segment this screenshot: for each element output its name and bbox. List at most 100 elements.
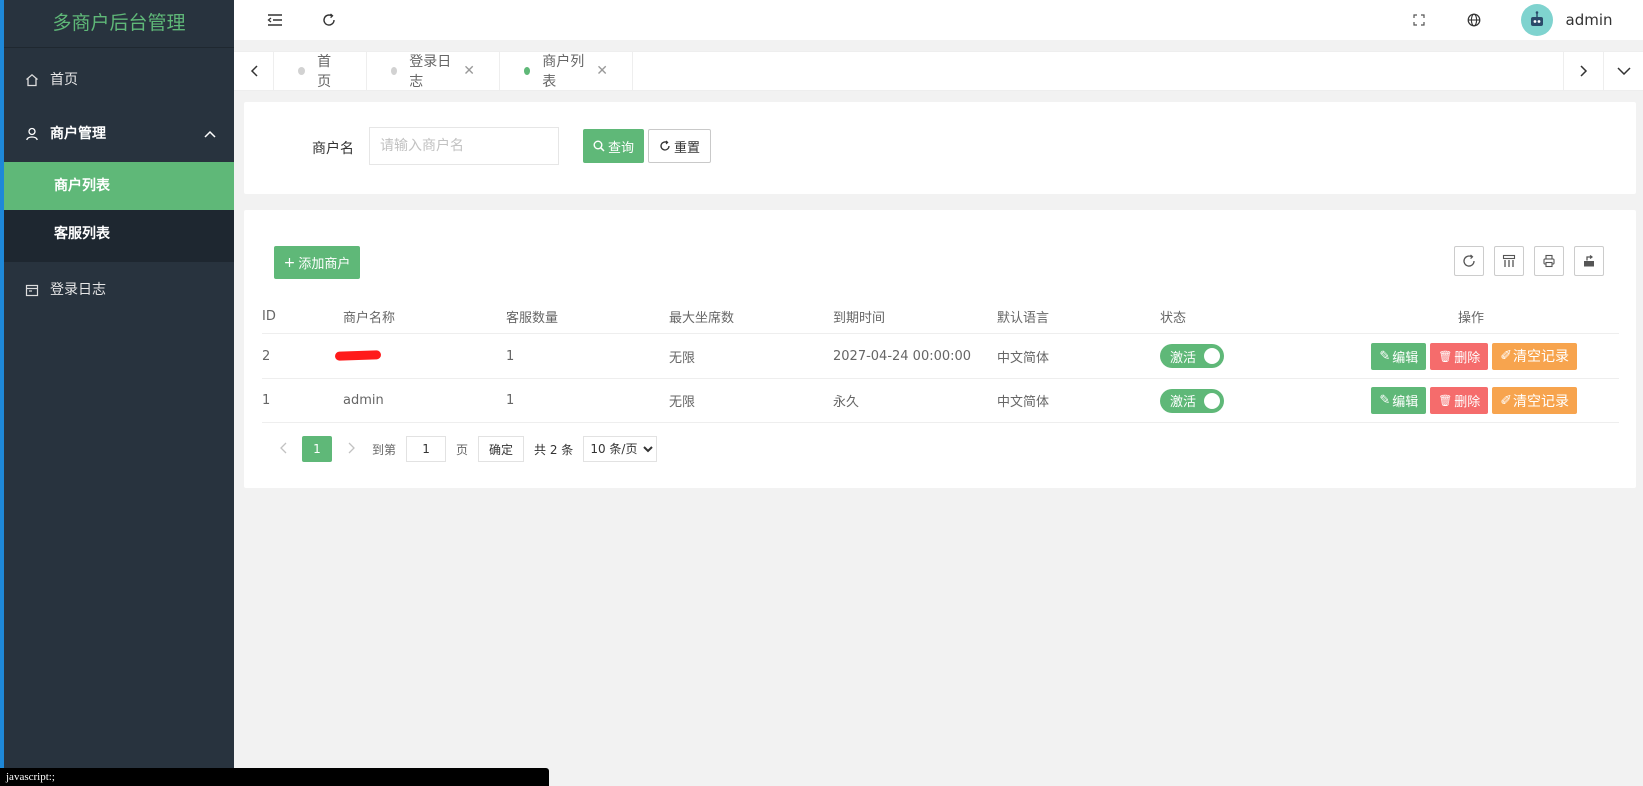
goto-page-input[interactable] xyxy=(406,436,447,462)
cell-actions: ✎ 编辑 🗑 删除 ✐ 清空记录 xyxy=(1323,387,1619,414)
tab-prev-icon[interactable] xyxy=(234,52,274,90)
merchant-table-panel: + 添加商户 ID 商户名称 客服数量 最大坐席数 到期时间 默认语言 状态 操… xyxy=(244,210,1636,488)
tab-dot xyxy=(391,67,398,75)
cell-agents: 1 xyxy=(506,348,515,364)
avatar[interactable] xyxy=(1520,0,1554,40)
username[interactable]: admin xyxy=(1564,0,1614,40)
chevron-up-icon xyxy=(204,106,216,162)
edit-label: 编辑 xyxy=(1392,350,1419,366)
tab-merchant-list[interactable]: 商户列表 ✕ xyxy=(500,52,633,90)
prev-page-icon[interactable] xyxy=(272,442,294,457)
user-icon xyxy=(24,106,40,162)
app-title: 多商户后台管理 xyxy=(4,0,234,48)
search-panel: 商户名 查询 重置 xyxy=(244,102,1636,194)
tab-menu-chevron-down-icon[interactable] xyxy=(1603,52,1643,90)
broom-icon: ✐ xyxy=(1500,348,1512,364)
page-current[interactable]: 1 xyxy=(302,436,332,462)
cell-lang: 中文简体 xyxy=(997,350,1050,366)
column-header: 最大坐席数 xyxy=(669,310,735,326)
clear-records-button[interactable]: ✐ 清空记录 xyxy=(1492,387,1577,414)
refresh-icon[interactable] xyxy=(314,0,344,40)
redaction-mark xyxy=(334,349,382,361)
export-icon[interactable] xyxy=(1574,246,1604,276)
sidebar-item-label: 商户管理 xyxy=(50,126,106,142)
cell-expire: 永久 xyxy=(833,395,860,410)
pencil-icon: ✎ xyxy=(1379,393,1391,408)
switch-knob xyxy=(1204,392,1220,409)
next-page-icon[interactable] xyxy=(340,442,362,457)
cell-id: 2 xyxy=(262,348,271,364)
delete-button[interactable]: 🗑 删除 xyxy=(1430,387,1489,414)
merchant-name-input[interactable] xyxy=(369,127,559,165)
reset-label: 重置 xyxy=(673,140,700,156)
tab-dot xyxy=(524,67,531,75)
close-icon[interactable]: ✕ xyxy=(596,63,608,79)
edit-label: 编辑 xyxy=(1392,395,1419,410)
tab-bar: 首页 登录日志 ✕ 商户列表 ✕ xyxy=(234,51,1643,91)
tab-label: 首页 xyxy=(317,54,332,90)
table-refresh-icon[interactable] xyxy=(1454,246,1484,276)
print-icon[interactable] xyxy=(1534,246,1564,276)
delete-label: 删除 xyxy=(1454,395,1481,410)
column-header: 状态 xyxy=(1160,310,1187,326)
tab-login-log[interactable]: 登录日志 ✕ xyxy=(367,52,500,90)
globe-icon[interactable] xyxy=(1459,0,1489,40)
cell-max-seats: 无限 xyxy=(669,350,696,366)
reset-icon xyxy=(660,140,670,151)
column-header: 客服数量 xyxy=(506,310,559,326)
column-header: 操作 xyxy=(1457,310,1484,326)
sidebar-item-label: 登录日志 xyxy=(50,282,106,298)
columns-filter-icon[interactable] xyxy=(1494,246,1524,276)
cell-name xyxy=(334,349,506,364)
reset-button[interactable]: 重置 xyxy=(648,129,711,163)
close-icon[interactable]: ✕ xyxy=(463,63,475,79)
tab-next-icon[interactable] xyxy=(1563,52,1603,90)
goto-suffix: 页 xyxy=(456,442,469,457)
cell-max-seats: 无限 xyxy=(669,395,696,410)
status-switch[interactable]: 激活 xyxy=(1160,344,1224,368)
sidebar-item-merchant-management[interactable]: 商户管理 xyxy=(4,106,234,162)
sidebar-item-home[interactable]: 首页 xyxy=(4,52,234,108)
sidebar-item-login-log[interactable]: 登录日志 xyxy=(4,262,234,318)
sidebar-item-service-list[interactable]: 客服列表 xyxy=(4,210,234,262)
sidebar-item-label: 首页 xyxy=(50,72,78,88)
plus-icon: + xyxy=(283,254,296,271)
browser-status-bar: javascript:; xyxy=(0,768,549,786)
table-header: ID 商户名称 客服数量 最大坐席数 到期时间 默认语言 状态 操作 xyxy=(262,296,1619,336)
fullscreen-icon[interactable] xyxy=(1404,0,1434,40)
broom-icon: ✐ xyxy=(1500,392,1512,409)
query-button[interactable]: 查询 xyxy=(583,129,644,163)
clear-records-button[interactable]: ✐ 清空记录 xyxy=(1492,342,1577,370)
tab-label: 登录日志 xyxy=(409,54,452,90)
sidebar-submenu: 商户列表 客服列表 xyxy=(4,162,234,262)
pencil-icon: ✎ xyxy=(1379,348,1391,364)
cell-name: admin xyxy=(343,393,384,408)
status-switch[interactable]: 激活 xyxy=(1160,388,1224,413)
add-merchant-button[interactable]: + 添加商户 xyxy=(274,246,360,279)
trash-icon: 🗑 xyxy=(1438,349,1453,363)
sidebar-item-merchant-list[interactable]: 商户列表 xyxy=(4,162,234,210)
goto-confirm-button[interactable]: 确定 xyxy=(478,436,525,462)
table-row: 1 admin 1 无限 永久 中文简体 激活 ✎ 编辑 🗑 删除 ✐ 清空记录 xyxy=(262,378,1619,423)
page-size-select[interactable]: 10 条/页 xyxy=(583,436,658,462)
cell-lang: 中文简体 xyxy=(997,395,1050,410)
delete-label: 删除 xyxy=(1454,350,1481,366)
search-icon xyxy=(593,140,605,152)
trash-icon: 🗑 xyxy=(1438,394,1453,407)
edit-button[interactable]: ✎ 编辑 xyxy=(1371,387,1427,414)
tab-home[interactable]: 首页 xyxy=(274,52,367,90)
menu-fold-icon[interactable] xyxy=(260,0,290,40)
table-row: 2 1 无限 2027-04-24 00:00:00 中文简体 激活 ✎ 编辑 🗑… xyxy=(262,333,1619,378)
goto-prefix: 到第 xyxy=(372,442,397,457)
robot-avatar-icon xyxy=(1521,4,1553,36)
pagination: 1 到第 页 确定 共 2 条 10 条/页 xyxy=(272,435,658,463)
tab-dot xyxy=(298,67,306,75)
cell-id: 1 xyxy=(262,393,271,408)
home-icon xyxy=(24,52,40,108)
edit-button[interactable]: ✎ 编辑 xyxy=(1371,342,1427,370)
delete-button[interactable]: 🗑 删除 xyxy=(1430,342,1489,370)
status-label: 激活 xyxy=(1170,395,1197,410)
top-header: admin xyxy=(234,0,1643,40)
clear-label: 清空记录 xyxy=(1513,349,1569,365)
cell-status: 激活 xyxy=(1160,388,1323,413)
